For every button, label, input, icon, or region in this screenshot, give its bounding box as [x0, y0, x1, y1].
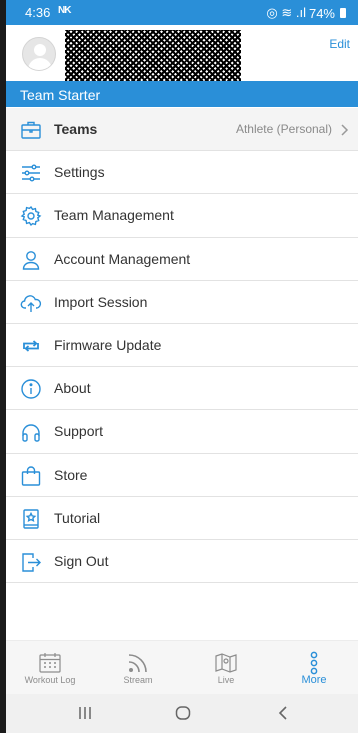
- menu-item-tutorial[interactable]: Tutorial: [6, 497, 358, 540]
- menu-item-store[interactable]: Store: [6, 454, 358, 497]
- status-right: ◎ ≋ .ıl 74%: [266, 5, 346, 21]
- menu-item-team-management[interactable]: Team Management: [6, 194, 358, 238]
- sliders-icon: [20, 162, 42, 184]
- book-star-icon: [20, 508, 42, 530]
- app-frame: 4:36 NK ◎ ≋ .ıl 74% Edit Team Starter Te…: [6, 0, 358, 733]
- briefcase-icon: [20, 119, 42, 141]
- tab-label: Workout Log: [24, 675, 76, 685]
- avatar[interactable]: [22, 37, 56, 71]
- recent-apps-icon[interactable]: [76, 705, 94, 721]
- calendar-icon: [38, 651, 62, 675]
- menu-label: Account Management: [54, 250, 191, 267]
- menu-item-firmware-update[interactable]: Firmware Update: [6, 324, 358, 368]
- rss-icon: [126, 651, 150, 675]
- menu-label: Team Management: [54, 207, 174, 224]
- menu-label: Tutorial: [54, 509, 101, 526]
- menu-label: Sign Out: [54, 552, 109, 569]
- tab-label: More: [301, 674, 327, 686]
- more-dots-icon: [302, 651, 326, 675]
- menu-label: Support: [54, 423, 104, 440]
- notification-icon: NK: [58, 5, 71, 16]
- tab-more[interactable]: More: [270, 641, 358, 695]
- edit-button[interactable]: Edit: [329, 37, 350, 51]
- menu-item-account-management[interactable]: Account Management: [6, 238, 358, 281]
- gear-icon: [20, 205, 42, 227]
- battery-icon: [340, 8, 346, 18]
- tab-label: Live: [217, 675, 235, 685]
- menu-label: About: [54, 380, 91, 397]
- tab-live[interactable]: Live: [182, 641, 270, 695]
- profile-header: Edit: [6, 25, 358, 81]
- menu-item-about[interactable]: About: [6, 367, 358, 411]
- current-team-value: Athlete (Personal): [235, 122, 332, 137]
- signal-icons: ◎ ≋ .ıl: [266, 5, 306, 20]
- shopping-bag-icon: [20, 465, 42, 487]
- home-icon[interactable]: [174, 705, 192, 721]
- system-nav-bar: [6, 694, 358, 733]
- tab-stream[interactable]: Stream: [94, 641, 182, 695]
- tab-label: Stream: [123, 675, 153, 685]
- menu-item-sign-out[interactable]: Sign Out: [6, 540, 358, 584]
- status-bar: 4:36 NK ◎ ≋ .ıl 74%: [6, 0, 358, 25]
- menu-label: Teams: [54, 121, 98, 138]
- back-icon[interactable]: [274, 705, 292, 721]
- chevron-right-icon: [341, 124, 349, 136]
- status-time: 4:36: [25, 5, 51, 20]
- sign-out-icon: [20, 551, 42, 573]
- avatar-head: [34, 44, 46, 56]
- menu-label: Import Session: [54, 293, 148, 310]
- team-banner: Team Starter: [6, 81, 358, 107]
- redacted-name: [65, 30, 241, 81]
- user-icon: [20, 249, 42, 271]
- avatar-body: [28, 58, 52, 70]
- menu-item-support[interactable]: Support: [6, 410, 358, 454]
- headphones-icon: [20, 421, 42, 443]
- menu-label: Settings: [54, 164, 105, 181]
- menu-list: Teams Athlete (Personal) Settings Team M…: [6, 108, 358, 584]
- battery-percent: 74%: [308, 5, 335, 21]
- map-icon: [214, 651, 238, 675]
- cloud-upload-icon: [20, 292, 42, 314]
- menu-label: Store: [54, 466, 88, 483]
- bottom-tab-bar: Workout Log Stream Live More: [6, 640, 358, 694]
- info-icon: [20, 378, 42, 400]
- menu-label: Firmware Update: [54, 337, 162, 354]
- tab-workout-log[interactable]: Workout Log: [6, 641, 94, 695]
- sync-arrows-icon: [20, 335, 42, 357]
- menu-item-import-session[interactable]: Import Session: [6, 281, 358, 324]
- menu-item-settings[interactable]: Settings: [6, 151, 358, 195]
- menu-item-teams[interactable]: Teams Athlete (Personal): [6, 108, 358, 152]
